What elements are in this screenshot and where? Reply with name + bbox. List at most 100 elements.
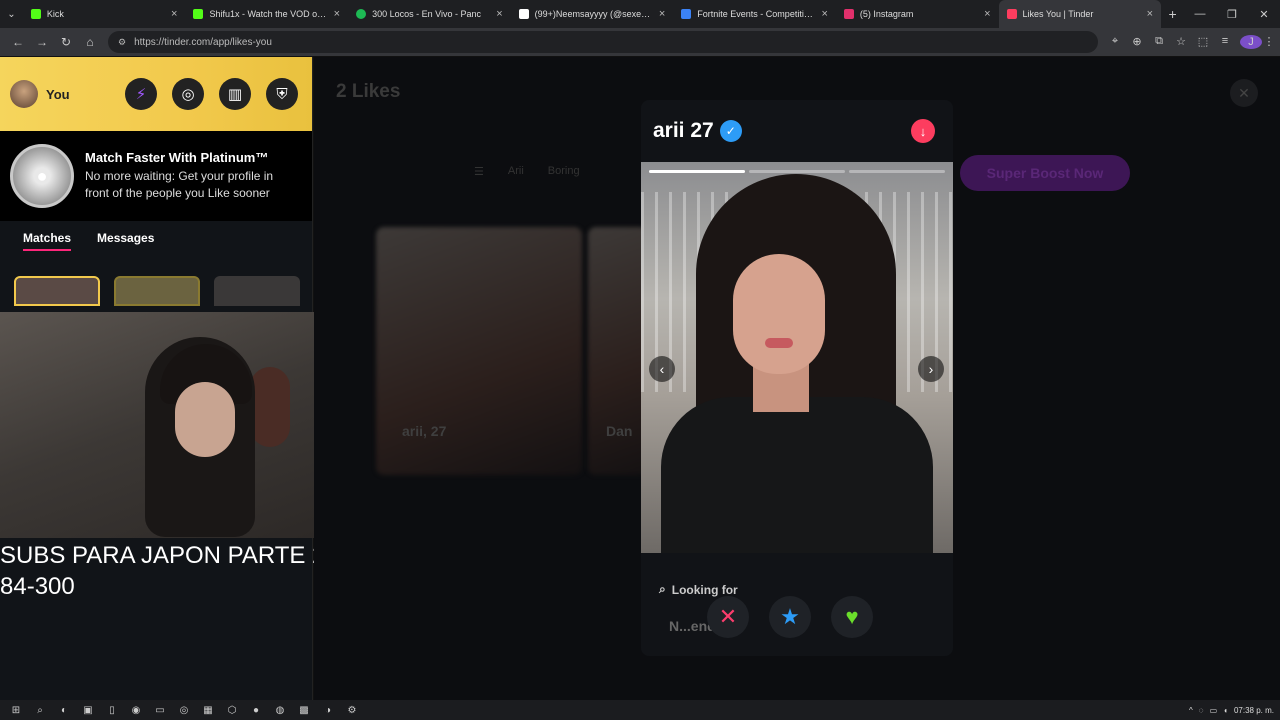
platinum-promo[interactable]: ● Match Faster With Platinum™ No more wa… (0, 131, 312, 221)
photo-progress-segment (849, 170, 945, 173)
caption-line-1: SUBS PARA JAPON PARTE 2 (0, 542, 326, 569)
search-icon[interactable]: ⌕ (28, 705, 52, 716)
profile-photo[interactable]: ‹ › (641, 162, 953, 553)
chrome-icon[interactable]: ◎ (172, 705, 196, 716)
steam-icon[interactable]: ◐ (52, 705, 76, 716)
tab-matches[interactable]: Matches (23, 231, 72, 251)
like-button[interactable]: ♥ (831, 596, 873, 638)
edge-icon[interactable]: ◉ (124, 705, 148, 716)
close-icon[interactable]: × (1147, 8, 1153, 20)
install-icon[interactable]: ⧉ (1148, 35, 1170, 49)
card-name: arii, 27 (402, 423, 447, 439)
extensions-icon[interactable]: ⬚ (1192, 35, 1214, 49)
app-icon[interactable]: ▩ (292, 705, 316, 716)
super-like-button[interactable]: ★ (769, 596, 811, 638)
avatar[interactable] (10, 80, 38, 108)
prev-photo-icon[interactable]: ‹ (649, 356, 675, 382)
app-icon[interactable]: ⚙ (340, 705, 364, 716)
reload-icon[interactable]: ↻ (54, 35, 78, 49)
site-info-icon[interactable]: ⚙ (118, 37, 126, 48)
new-tab-button[interactable]: + (1161, 6, 1184, 22)
promo-title: Match Faster With Platinum™ (85, 150, 269, 165)
likes-title: 2 Likes (336, 81, 401, 102)
app-icon[interactable]: ◍ (268, 705, 292, 716)
tab-instagram[interactable]: (5) Instagram × (836, 0, 999, 28)
address-actions: ⌖ ⊕ ⧉ ☆ ⬚ ≡ J ⋮ (1104, 35, 1280, 49)
tab-tinder[interactable]: Likes You | Tinder × (998, 0, 1162, 28)
bookmark-star-icon[interactable]: ☆ (1170, 35, 1192, 49)
tab-shifu[interactable]: Shifu1x - Watch the VOD on Ki × (185, 0, 348, 28)
filter-icon[interactable]: ☰ (474, 165, 484, 178)
fortnite-icon (681, 9, 692, 19)
network-icon[interactable]: ◌ (1199, 706, 1204, 715)
background-object (250, 367, 290, 447)
photo-subject-lips (765, 338, 793, 348)
app-icon[interactable]: ◑ (316, 705, 340, 716)
start-icon[interactable]: ⊞ (4, 705, 28, 716)
forward-icon[interactable]: → (30, 35, 54, 49)
platinum-flame-icon: ● (10, 144, 74, 208)
tab-tiktok[interactable]: (99+)Neemsayyyy (@sexedne × (511, 0, 674, 28)
menu-dots-icon[interactable]: ⋮ (1258, 35, 1280, 49)
tab-kick[interactable]: Kick × (23, 0, 186, 28)
app-icon[interactable]: ▦ (196, 705, 220, 716)
app-icon[interactable]: ● (244, 705, 268, 716)
tab-messages[interactable]: Messages (97, 231, 154, 251)
filter-chip[interactable]: Boring (548, 165, 580, 178)
action-buttons: ✕ ★ ♥ (707, 596, 873, 638)
window-controls: — ❐ ✕ (1184, 8, 1280, 21)
close-window-icon[interactable]: ✕ (1248, 8, 1280, 21)
briefcase-icon[interactable]: ▥ (219, 78, 251, 110)
nope-button[interactable]: ✕ (707, 596, 749, 638)
browser-tab-strip: ⌄ Kick × Shifu1x - Watch the VOD on Ki ×… (0, 0, 1280, 28)
close-icon[interactable]: ✕ (1230, 79, 1258, 107)
photo-progress (649, 170, 945, 173)
tab-title: Shifu1x - Watch the VOD on Ki (209, 9, 328, 19)
close-icon[interactable]: × (659, 8, 665, 20)
file-icon[interactable]: ▯ (100, 705, 124, 716)
boost-bolt-icon[interactable]: ⚡ (125, 78, 157, 110)
match-thumb-likes[interactable] (14, 276, 100, 306)
close-icon[interactable]: × (984, 8, 990, 20)
tray-chevron-icon[interactable]: ^ (1189, 706, 1193, 715)
display-icon[interactable]: ▭ (1210, 706, 1218, 715)
explore-compass-icon[interactable]: ◎ (172, 78, 204, 110)
zoom-icon[interactable]: ⊕ (1126, 35, 1148, 49)
clock[interactable]: 07:38 p. m. (1234, 706, 1274, 715)
restore-icon[interactable]: ❐ (1216, 8, 1248, 21)
close-icon[interactable]: × (496, 8, 502, 20)
filter-chip[interactable]: Arii (508, 165, 524, 178)
close-icon[interactable]: × (821, 8, 827, 20)
media-icon[interactable]: ≡ (1214, 35, 1236, 49)
app-icon[interactable]: ▣ (76, 705, 100, 716)
card-name: Dan (606, 423, 633, 439)
streamer-face (175, 382, 235, 457)
next-photo-icon[interactable]: › (918, 356, 944, 382)
url-text: https://tinder.com/app/likes-you (134, 36, 272, 48)
caption-line-2: 84-300 (0, 573, 75, 600)
profile-avatar[interactable]: J (1236, 35, 1262, 49)
collapse-arrow-icon[interactable]: ↓ (911, 119, 935, 143)
close-icon[interactable]: × (171, 8, 177, 20)
location-icon[interactable]: ⌖ (1104, 35, 1126, 49)
profile-label[interactable]: You (46, 87, 70, 102)
explorer-folder-icon[interactable]: ▭ (148, 705, 172, 716)
close-icon[interactable]: × (334, 8, 340, 20)
tab-300-locos[interactable]: 300 Locos - En Vivo - Panc × (348, 0, 511, 28)
tab-search-icon[interactable]: ⌄ (0, 0, 23, 28)
tab-title: 300 Locos - En Vivo - Panc (372, 9, 481, 19)
url-field[interactable]: ⚙ https://tinder.com/app/likes-you (108, 31, 1098, 53)
home-icon[interactable]: ⌂ (78, 35, 102, 49)
safety-shield-icon[interactable]: ⛨ (266, 78, 298, 110)
instagram-icon (843, 9, 854, 19)
back-icon[interactable]: ← (6, 35, 30, 49)
volume-icon[interactable]: ◖ (1223, 706, 1228, 715)
super-boost-button[interactable]: Super Boost Now (960, 155, 1130, 191)
app-icon[interactable]: ⬡ (220, 705, 244, 716)
minimize-icon[interactable]: — (1184, 8, 1216, 21)
match-thumb[interactable] (114, 276, 200, 306)
profile-modal: arii 27 ✓ ↓ ‹ › ⌕ Looking for N...end...… (641, 100, 953, 656)
tab-fortnite[interactable]: Fortnite Events - Competitive T × (673, 0, 836, 28)
kick-icon (193, 9, 204, 19)
match-thumb[interactable] (214, 276, 300, 306)
